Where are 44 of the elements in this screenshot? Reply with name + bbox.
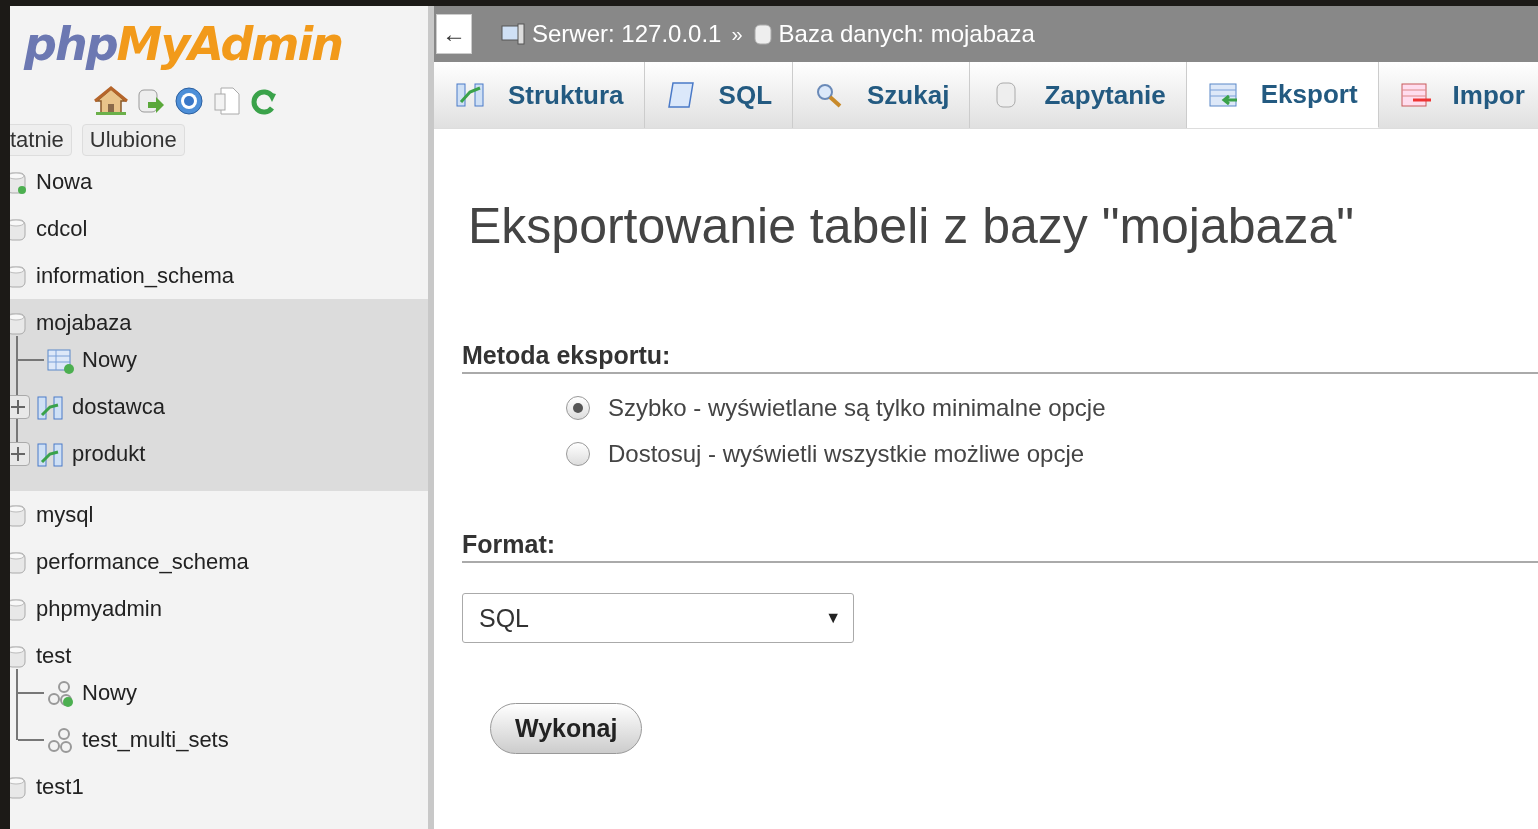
reload-icon[interactable] — [250, 86, 278, 116]
radio-button[interactable] — [566, 442, 590, 466]
tab[interactable]: Impor — [1378, 62, 1538, 128]
tree-item[interactable]: Nowy — [82, 679, 137, 706]
database-icon — [752, 22, 773, 46]
database-link[interactable]: Baza danych: mojabaza — [778, 20, 1035, 48]
tree-item[interactable]: Nowy — [82, 346, 137, 373]
back-button[interactable]: ← — [436, 14, 472, 54]
breadcrumb-separator: » — [731, 22, 743, 46]
tree-item[interactable]: Nowa — [36, 168, 93, 195]
tree-item[interactable]: performance_schema — [36, 548, 249, 575]
tree-item[interactable]: produkt — [72, 440, 146, 467]
tree-item[interactable]: information_schema — [36, 262, 235, 289]
radio-button[interactable] — [566, 396, 590, 420]
server-icon — [500, 22, 526, 46]
section-heading: Format: — [462, 530, 1538, 563]
tab[interactable]: Struktura — [434, 62, 645, 128]
radio-label[interactable]: Szybko - wyświetlane są tylko minimalne opcje — [608, 394, 1106, 422]
section-heading: Metoda eksportu: — [462, 341, 1538, 374]
expand-toggle[interactable] — [10, 394, 30, 419]
tab[interactable]: SQL — [644, 62, 794, 128]
logo[interactable]: phpMyAdmin — [24, 14, 428, 74]
home-icon[interactable] — [94, 86, 128, 116]
import-icon — [1398, 80, 1433, 110]
format-select[interactable]: SQL ▼ — [462, 593, 854, 643]
tree-item[interactable]: mojabaza — [36, 309, 132, 336]
page-heading: Eksportowanie tabeli z bazy "mojabaza" — [468, 197, 1355, 255]
database-arrow-icon[interactable] — [136, 86, 166, 116]
tree-item[interactable]: test1 — [36, 773, 84, 800]
server-link[interactable]: Serwer: 127.0.0.1 — [532, 20, 722, 48]
radio-label[interactable]: Dostosuj - wyświetli wszystkie możliwe opcje — [608, 440, 1085, 468]
tree-item[interactable]: phpmyadmin — [36, 595, 162, 622]
tab[interactable]: Szukaj — [793, 62, 971, 128]
tab[interactable]: Zapytanie — [970, 62, 1187, 128]
tree-item[interactable]: mysql — [36, 501, 94, 528]
tree-item[interactable]: test — [36, 642, 72, 669]
tab[interactable]: Eksport — [1186, 62, 1379, 128]
sidebar-tab[interactable]: tatnie — [10, 124, 72, 156]
expand-toggle[interactable] — [10, 441, 30, 466]
sidebar-tab[interactable]: Ulubione — [81, 124, 185, 156]
tree-item[interactable]: test_multi_sets — [82, 726, 229, 753]
submit-button[interactable]: Wykonaj — [490, 703, 643, 754]
tree-item[interactable]: dostawca — [72, 393, 165, 420]
tree-item[interactable]: cdcol — [36, 215, 88, 242]
